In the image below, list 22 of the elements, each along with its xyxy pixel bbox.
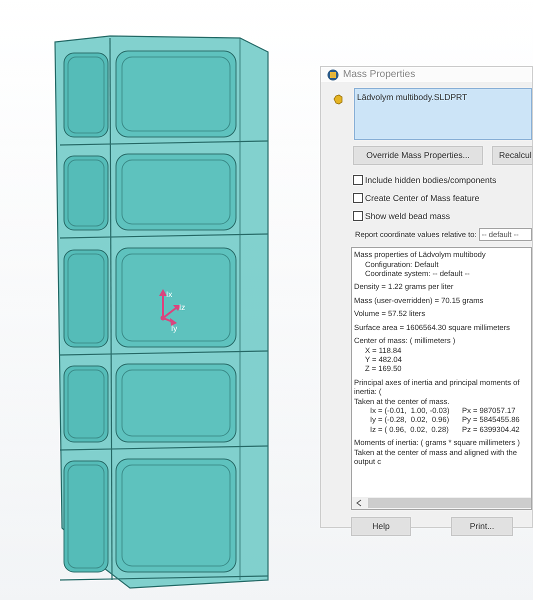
file-list[interactable]: Lädvolym multibody.SLDPRT [354, 88, 532, 140]
hand-icon [333, 94, 343, 105]
scale-icon [327, 68, 339, 80]
file-list-item[interactable]: Lädvolym multibody.SLDPRT [357, 91, 529, 104]
axis-label: Iy [171, 324, 178, 333]
dialog-button[interactable]: Override Mass Properties... [353, 146, 483, 165]
dialog-button[interactable]: Help [351, 517, 411, 536]
axis-label: Ix [166, 290, 172, 299]
dialog-button[interactable]: Print... [451, 517, 513, 536]
scrollbar-thumb[interactable] [368, 498, 531, 508]
dialog-button[interactable]: Recalcul [492, 146, 533, 165]
checkbox-label: Create Center of Mass feature [365, 192, 480, 204]
axis-label: Iz [179, 303, 186, 312]
window-title: Mass Properties [343, 68, 416, 82]
checkbox[interactable] [353, 210, 363, 221]
scroll-left-icon[interactable] [356, 499, 362, 508]
checkbox[interactable] [353, 193, 363, 204]
checkbox-label: Show weld bead mass [365, 210, 450, 222]
horizontal-scrollbar[interactable] [352, 497, 531, 510]
checkbox[interactable] [353, 175, 363, 186]
axis-triad-icon [159, 289, 181, 326]
checkbox-label: Include hidden bodies/components [365, 174, 496, 187]
